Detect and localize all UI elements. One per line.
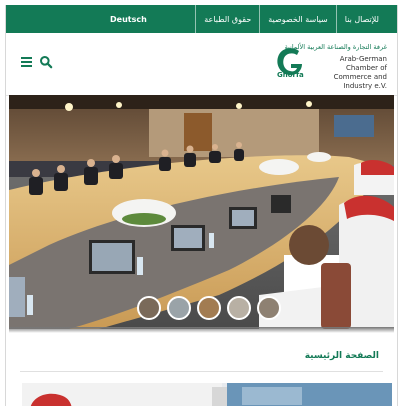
divider [20,371,383,372]
search-icon[interactable] [39,55,53,69]
slider-thumbnails [137,296,287,320]
top-links: حقوق الطباعة سياسة الخصوصية للإتصال بنا [195,5,387,33]
logo-english-name: Arab-German Chamber of Commerce and Indu… [333,55,387,90]
hero-slider[interactable] [9,95,394,329]
ghorfa-logo[interactable]: غرفة التجارة والصناعة العربية الألمانية … [277,41,387,90]
slide-thumbnail[interactable] [137,296,161,320]
slide-thumbnail[interactable] [227,296,251,320]
page-frame: Deutsch حقوق الطباعة سياسة الخصوصية للإت… [5,5,398,406]
hamburger-icon[interactable] [21,57,32,67]
privacy-policy-link[interactable]: سياسة الخصوصية [260,5,335,33]
logo-arabic-name: غرفة التجارة والصناعة العربية الألمانية [284,43,387,51]
news-photo [22,383,392,406]
conference-photo [9,95,394,329]
slide-thumbnail[interactable] [257,296,281,320]
site-header: غرفة التجارة والصناعة العربية الألمانية … [6,33,397,96]
top-bar: Deutsch حقوق الطباعة سياسة الخصوصية للإت… [6,5,397,33]
language-switch-link[interactable]: Deutsch [102,5,155,33]
hero-shadow [9,327,394,333]
slide-thumbnail[interactable] [197,296,221,320]
contact-link[interactable]: للإتصال بنا [337,5,387,33]
news-card-image[interactable] [22,383,392,406]
slide-thumbnail[interactable] [167,296,191,320]
imprint-link[interactable]: حقوق الطباعة [196,5,259,33]
logo-wordmark: Ghorfa [277,71,304,79]
breadcrumb-home[interactable]: الصفحة الرئيسية [305,351,379,361]
